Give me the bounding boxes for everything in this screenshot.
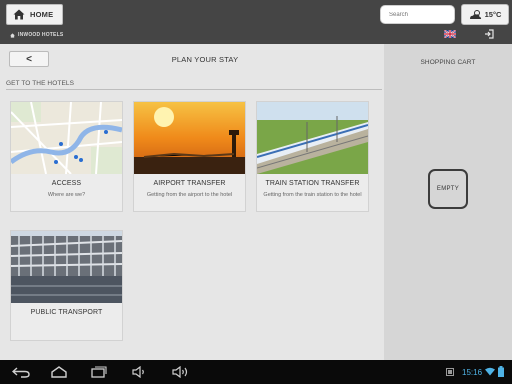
search-field[interactable]: [380, 5, 455, 24]
card-title: AIRPORT TRANSFER: [153, 180, 226, 187]
card-subtitle: Getting from the airport to the hotel: [146, 192, 233, 198]
section-divider: [6, 89, 382, 90]
home-icon: [13, 9, 25, 20]
airport-thumbnail: [134, 102, 245, 174]
home-button[interactable]: HOME: [6, 4, 63, 25]
map-thumbnail: [11, 102, 122, 174]
top-bar: HOME INWOOD HOTELS 15°C: [0, 0, 512, 44]
card-subtitle: Getting from the train station to the ho…: [263, 192, 362, 198]
section-title: GET TO THE HOTELS: [6, 80, 75, 87]
card-airport-transfer[interactable]: AIRPORT TRANSFER Getting from the airpor…: [133, 101, 246, 212]
card-access[interactable]: ACCESS Where are we?: [10, 101, 123, 212]
cloud-sun-icon: [469, 10, 481, 19]
home-small-icon: [10, 32, 15, 38]
screenshot-icon: [446, 368, 454, 376]
uk-flag-icon[interactable]: [444, 30, 456, 38]
cart-empty-label: EMPTY: [436, 186, 460, 192]
recent-apps-icon[interactable]: [90, 366, 108, 378]
main-content: < PLAN YOUR STAY GET TO THE HOTELS ACCES…: [0, 44, 384, 360]
card-train-station-transfer[interactable]: TRAIN STATION TRANSFER Getting from the …: [256, 101, 369, 212]
card-title: ACCESS: [51, 180, 82, 187]
back-label: <: [26, 53, 32, 65]
wifi-icon: [485, 367, 495, 376]
back-nav-icon[interactable]: [12, 366, 30, 378]
card-public-transport[interactable]: PUBLIC TRANSPORT: [10, 230, 123, 341]
cart-title: SHOPPING CART: [420, 59, 476, 66]
clock: 15:16: [462, 368, 483, 377]
back-button[interactable]: <: [9, 51, 49, 67]
volume-up-icon[interactable]: [172, 366, 190, 378]
train-thumbnail: [257, 102, 368, 174]
temperature: 15°C: [484, 10, 502, 19]
brand-name: INWOOD HOTELS: [18, 32, 64, 38]
battery-icon: [498, 366, 504, 377]
cart-empty-indicator: EMPTY: [428, 169, 468, 209]
card-subtitle: Where are we?: [47, 192, 86, 198]
volume-down-icon[interactable]: [132, 366, 148, 378]
card-title: PUBLIC TRANSPORT: [30, 309, 103, 316]
home-label: HOME: [30, 10, 54, 19]
shopping-cart-panel: SHOPPING CART EMPTY: [384, 44, 512, 360]
system-nav-bar: 15:16: [0, 360, 512, 384]
search-input[interactable]: [389, 11, 449, 18]
card-title: TRAIN STATION TRANSFER: [265, 180, 360, 187]
home-nav-icon[interactable]: [50, 366, 68, 378]
brand-link[interactable]: INWOOD HOTELS: [10, 32, 63, 38]
page-title: PLAN YOUR STAY: [171, 55, 239, 64]
public-transport-thumbnail: [11, 231, 122, 303]
weather-widget[interactable]: 15°C: [461, 4, 509, 25]
logout-icon[interactable]: [484, 29, 494, 39]
